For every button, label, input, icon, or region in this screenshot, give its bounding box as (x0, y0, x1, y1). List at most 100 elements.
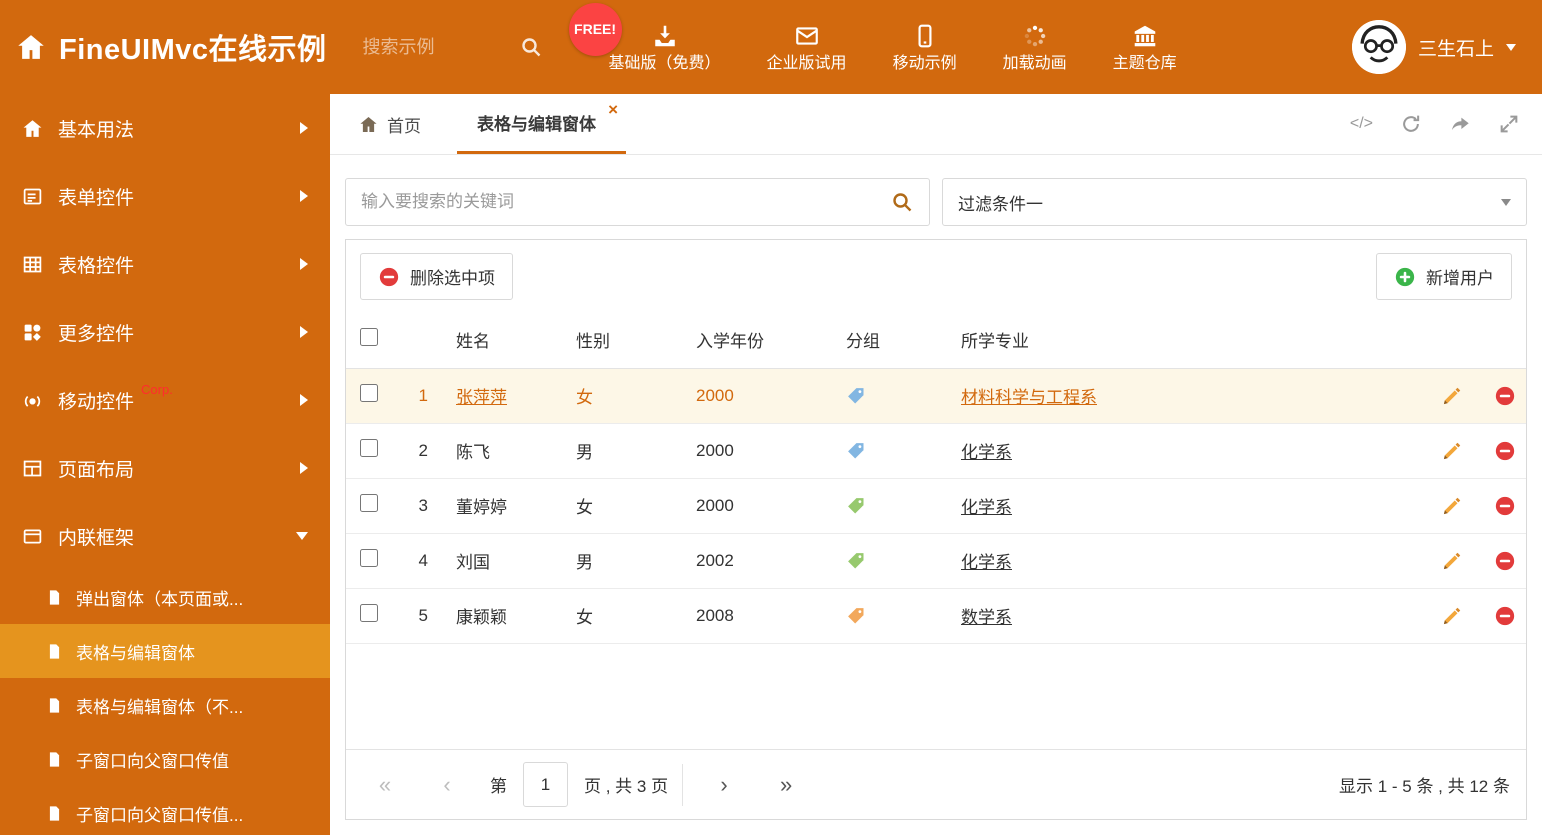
sidebar-subitem-label: 子窗口向父窗口传值... (76, 805, 244, 825)
sidebar-subitem-grid-edit-window-alt[interactable]: 表格与编辑窗体（不... (0, 678, 330, 732)
tab-toolbar: </> (1350, 94, 1542, 154)
column-header-number (394, 312, 446, 369)
table-row: 2 陈飞 男 2000 化学系 (346, 423, 1526, 479)
year-cell: 2000 (686, 368, 836, 424)
avatar (1351, 20, 1406, 74)
group-cell (836, 423, 951, 479)
mail-icon (794, 23, 820, 49)
sidebar-item-label: 表格控件 (58, 255, 135, 277)
sidebar-item-page-layout[interactable]: 页面布局 (0, 434, 330, 502)
name-cell: 陈飞 (446, 423, 566, 479)
group-cell (836, 533, 951, 589)
filter-dropdown[interactable]: 过滤条件一 (942, 178, 1527, 226)
major-link[interactable]: 化学系 (961, 443, 1012, 462)
share-icon[interactable] (1449, 113, 1471, 135)
page-number-input[interactable] (523, 762, 568, 807)
search-icon[interactable] (890, 190, 914, 214)
student-name-link[interactable]: 张萍萍 (456, 388, 507, 407)
delete-icon[interactable] (1494, 605, 1516, 627)
sidebar-item-more-controls[interactable]: 更多控件 (0, 298, 330, 366)
name-cell: 康颖颖 (446, 588, 566, 644)
sidebar-item-inline-frame[interactable]: 内联框架 (0, 502, 330, 570)
column-header-major: 所学专业 (951, 312, 1376, 369)
brand[interactable]: FineUIMvc在线示例 (0, 26, 337, 68)
sidebar-item-label: 页面布局 (58, 459, 135, 481)
delete-selected-button[interactable]: 删除选中项 (360, 253, 513, 300)
delete-icon[interactable] (1494, 385, 1516, 407)
nav-item-enterprise-trial[interactable]: 企业版试用 (767, 23, 847, 72)
name-cell: 董婷婷 (446, 478, 566, 534)
delete-icon[interactable] (1494, 550, 1516, 572)
nav-label: 移动示例 (892, 54, 957, 72)
student-name-link[interactable]: 董婷婷 (456, 498, 507, 517)
next-page-button[interactable]: › (701, 772, 747, 798)
nav-item-theme-repo[interactable]: 主题仓库 (1113, 23, 1177, 72)
column-header-name: 姓名 (446, 312, 566, 369)
sidebar-item-form-controls[interactable]: 表单控件 (0, 162, 330, 230)
sidebar-item-basic-usage[interactable]: 基本用法 (0, 94, 330, 162)
row-checkbox[interactable] (360, 439, 378, 457)
edit-icon[interactable] (1441, 440, 1463, 462)
delete-icon[interactable] (1494, 495, 1516, 517)
tab-home[interactable]: 首页 (345, 94, 435, 154)
home-logo-icon (16, 32, 46, 62)
edit-icon[interactable] (1441, 495, 1463, 517)
spinner-icon (1022, 23, 1048, 49)
row-checkbox[interactable] (360, 384, 378, 402)
grid-toolbar: 删除选中项 新增用户 (346, 240, 1526, 312)
nav-item-basic-edition[interactable]: FREE! 基础版（免费） (568, 2, 721, 72)
sidebar-subitem-label: 子窗口向父窗口传值 (76, 751, 229, 771)
close-icon[interactable]: × (608, 101, 618, 118)
sidebar-subitem-label: 表格与编辑窗体（不... (76, 697, 244, 717)
student-name-link[interactable]: 刘国 (456, 553, 490, 572)
header-search (362, 35, 543, 59)
sidebar-subitem-child-to-parent-alt[interactable]: 子窗口向父窗口传值... (0, 786, 330, 835)
keyword-search-input[interactable] (361, 192, 890, 212)
last-page-button[interactable]: » (763, 772, 809, 798)
tag-icon (846, 606, 941, 626)
form-icon (22, 186, 43, 207)
sidebar-subitem-child-to-parent[interactable]: 子窗口向父窗口传值 (0, 732, 330, 786)
prev-page-button[interactable]: ‹ (424, 772, 470, 798)
delete-icon[interactable] (1494, 440, 1516, 462)
edit-icon[interactable] (1441, 550, 1463, 572)
edit-icon[interactable] (1441, 385, 1463, 407)
major-cell: 数学系 (951, 588, 1376, 644)
pagination-summary: 显示 1 - 5 条 , 共 12 条 (1339, 777, 1510, 796)
sidebar-subitem-popup-window[interactable]: 弹出窗体（本页面或... (0, 570, 330, 624)
select-all-checkbox[interactable] (360, 328, 378, 347)
nav-item-mobile-demo[interactable]: 移动示例 (893, 23, 957, 72)
chevron-right-icon (300, 122, 308, 134)
user-menu[interactable]: 三生石上 (1351, 20, 1542, 74)
tab-grid-edit-window[interactable]: 表格与编辑窗体 × (457, 94, 626, 154)
student-name-link[interactable]: 康颖颖 (456, 608, 507, 627)
refresh-icon[interactable] (1400, 113, 1422, 135)
gender-cell: 女 (566, 478, 686, 534)
major-link[interactable]: 材料科学与工程系 (961, 388, 1097, 407)
sidebar-item-mobile-controls[interactable]: 移动控件 Corp. (0, 366, 330, 434)
student-name-link[interactable]: 陈飞 (456, 443, 490, 462)
row-number: 2 (394, 423, 446, 479)
nav-item-loading-animation[interactable]: 加载动画 (1003, 23, 1067, 72)
expand-icon[interactable] (1498, 113, 1520, 135)
row-checkbox[interactable] (360, 494, 378, 512)
file-icon (46, 805, 63, 822)
major-link[interactable]: 化学系 (961, 553, 1012, 572)
sidebar-item-table-controls[interactable]: 表格控件 (0, 230, 330, 298)
first-page-button[interactable]: « (362, 772, 408, 798)
major-link[interactable]: 数学系 (961, 608, 1012, 627)
sidebar-subitem-grid-edit-window[interactable]: 表格与编辑窗体 (0, 624, 330, 678)
gender-cell: 女 (566, 368, 686, 424)
chevron-right-icon (300, 190, 308, 202)
row-checkbox[interactable] (360, 604, 378, 622)
major-link[interactable]: 化学系 (961, 498, 1012, 517)
search-icon[interactable] (519, 35, 543, 59)
header-search-input[interactable] (362, 36, 513, 58)
sidebar-subitem-label: 弹出窗体（本页面或... (76, 589, 244, 609)
tag-icon (846, 441, 941, 461)
caret-down-icon (1506, 43, 1516, 51)
code-icon[interactable]: </> (1350, 115, 1373, 133)
row-checkbox[interactable] (360, 549, 378, 567)
add-user-button[interactable]: 新增用户 (1376, 253, 1512, 300)
edit-icon[interactable] (1441, 605, 1463, 627)
